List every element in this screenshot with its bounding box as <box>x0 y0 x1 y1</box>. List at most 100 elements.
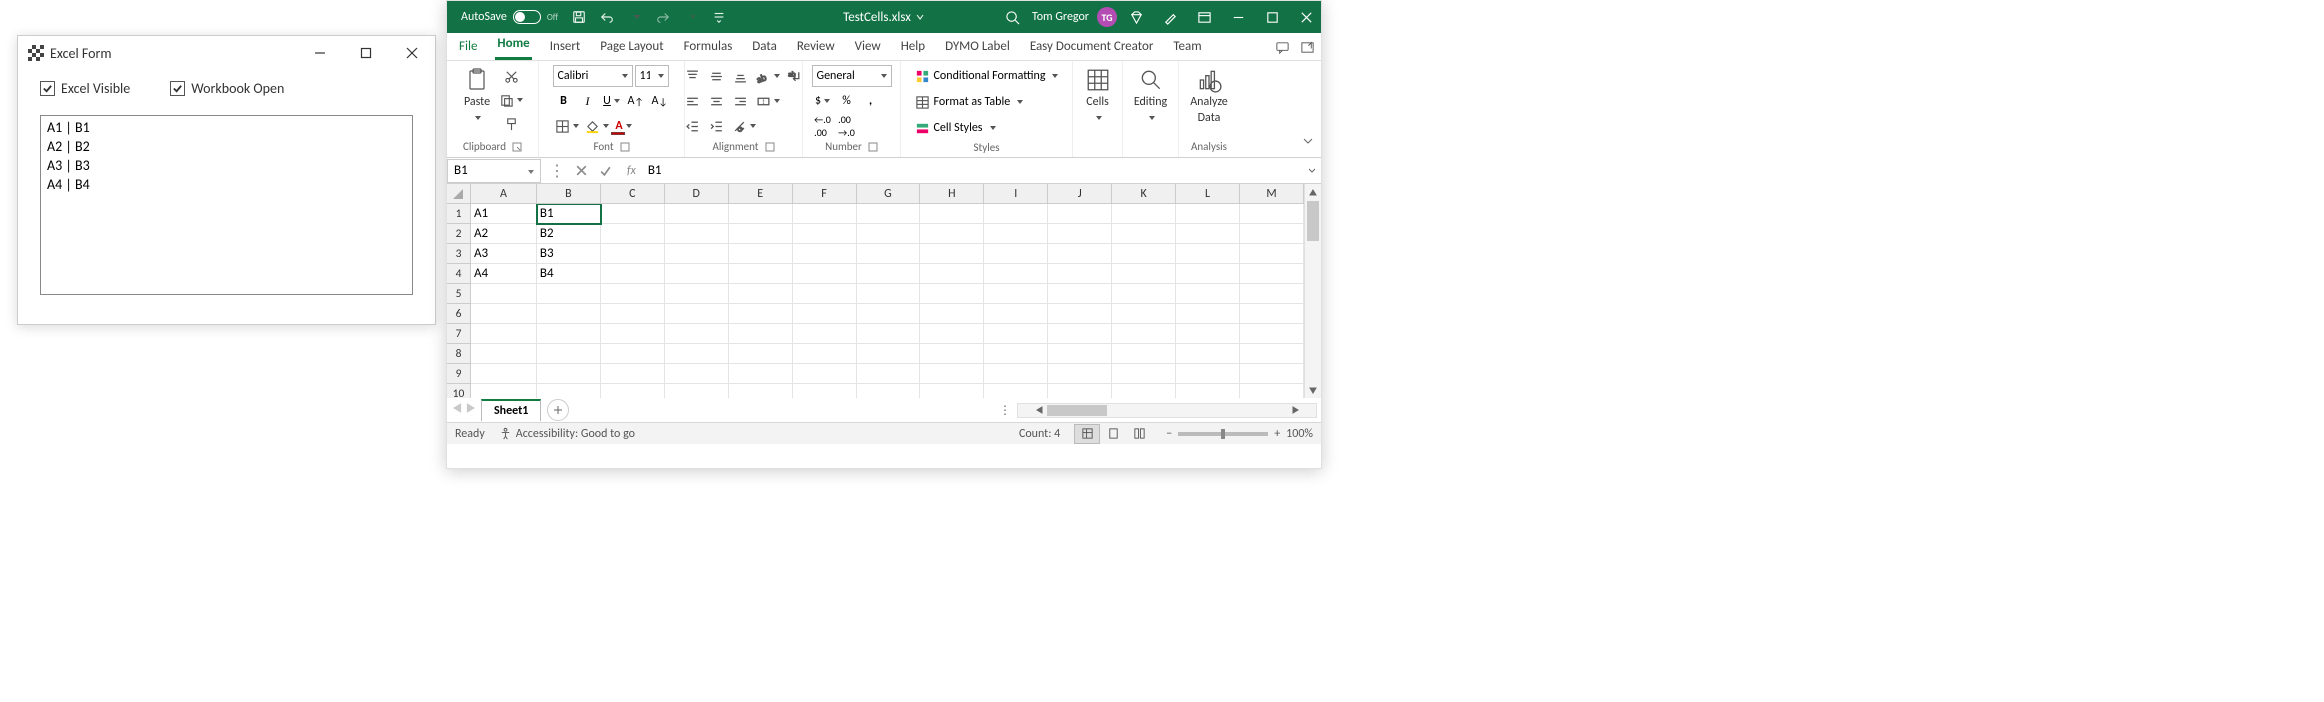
row-header[interactable]: 1 <box>447 204 471 224</box>
fx-icon[interactable]: fx <box>627 164 636 178</box>
cell[interactable]: B3 <box>537 244 601 264</box>
accessibility-status[interactable]: Accessibility: Good to go <box>499 427 635 441</box>
cell[interactable] <box>1240 244 1304 264</box>
column-header[interactable]: J <box>1048 184 1112 204</box>
orientation2-icon[interactable]: ⟳ <box>730 115 758 137</box>
cell[interactable] <box>665 244 729 264</box>
cell[interactable] <box>857 344 921 364</box>
column-header[interactable]: E <box>729 184 793 204</box>
enter-icon[interactable] <box>595 161 615 181</box>
cell[interactable] <box>1112 264 1176 284</box>
cell[interactable] <box>1048 224 1112 244</box>
cell[interactable] <box>601 344 665 364</box>
view-page-layout-icon[interactable] <box>1100 424 1126 444</box>
cell[interactable] <box>857 384 921 398</box>
cell[interactable] <box>1112 324 1176 344</box>
currency-icon[interactable]: $ <box>812 90 834 112</box>
list-item[interactable]: A4 | B4 <box>47 176 406 195</box>
cell[interactable] <box>920 224 984 244</box>
cell[interactable] <box>601 304 665 324</box>
format-as-table-button[interactable]: Format as Table <box>913 91 1026 113</box>
cell[interactable] <box>729 344 793 364</box>
fx-dropdown-icon[interactable]: ⋮ <box>547 161 567 181</box>
italic-button[interactable]: I <box>577 90 599 112</box>
column-header[interactable]: I <box>984 184 1048 204</box>
cell[interactable] <box>471 344 537 364</box>
row-header[interactable]: 10 <box>447 384 471 398</box>
formula-expand-icon[interactable] <box>1303 166 1321 176</box>
cell[interactable] <box>793 364 857 384</box>
excel-titlebar[interactable]: AutoSave Off TestCells.xlsx Tom Gregor T… <box>447 1 1321 33</box>
format-painter-icon[interactable] <box>500 113 522 135</box>
filename-label[interactable]: TestCells.xlsx <box>843 10 925 25</box>
cell[interactable] <box>537 384 601 398</box>
row-header[interactable]: 9 <box>447 364 471 384</box>
view-page-break-icon[interactable] <box>1126 424 1152 444</box>
row-header[interactable]: 3 <box>447 244 471 264</box>
align-bottom-icon[interactable] <box>730 65 752 87</box>
cell[interactable] <box>793 224 857 244</box>
cell[interactable]: A2 <box>471 224 537 244</box>
ribbon-tab-dymo-label[interactable]: DYMO Label <box>943 35 1012 60</box>
cell[interactable] <box>793 204 857 224</box>
increase-font-icon[interactable]: A↑ <box>625 90 647 112</box>
zoom-in-button[interactable]: + <box>1274 427 1280 441</box>
cell[interactable] <box>1240 364 1304 384</box>
increase-indent-icon[interactable] <box>706 115 728 137</box>
cell[interactable] <box>601 384 665 398</box>
column-header[interactable]: L <box>1176 184 1240 204</box>
ribbon-tab-insert[interactable]: Insert <box>548 35 583 60</box>
cell[interactable] <box>1240 344 1304 364</box>
cell[interactable] <box>793 244 857 264</box>
cut-icon[interactable] <box>500 65 522 87</box>
cell[interactable] <box>601 204 665 224</box>
cell[interactable] <box>984 364 1048 384</box>
list-item[interactable]: A1 | B1 <box>47 119 406 138</box>
cell[interactable] <box>1176 224 1240 244</box>
scroll-up-icon[interactable] <box>1305 184 1321 201</box>
maximize-button[interactable] <box>1257 1 1287 33</box>
column-header[interactable]: M <box>1240 184 1304 204</box>
cell[interactable] <box>665 324 729 344</box>
cell[interactable] <box>1176 304 1240 324</box>
view-normal-icon[interactable] <box>1074 424 1100 444</box>
cell[interactable] <box>1176 324 1240 344</box>
cell[interactable]: B2 <box>537 224 601 244</box>
cell[interactable] <box>857 264 921 284</box>
cell[interactable] <box>729 204 793 224</box>
cell[interactable] <box>537 324 601 344</box>
undo-icon[interactable] <box>596 6 618 28</box>
cell[interactable] <box>1176 264 1240 284</box>
ribbon-tab-team[interactable]: Team <box>1171 35 1203 60</box>
cell[interactable] <box>665 384 729 398</box>
cell-listbox[interactable]: A1 | B1A2 | B2A3 | B3A4 | B4 <box>40 115 413 295</box>
cell[interactable] <box>793 324 857 344</box>
cell[interactable] <box>1048 204 1112 224</box>
align-center-icon[interactable] <box>706 90 728 112</box>
comments-icon[interactable] <box>1275 40 1290 60</box>
cell[interactable] <box>1048 244 1112 264</box>
cell[interactable] <box>665 344 729 364</box>
close-button[interactable] <box>1291 1 1321 33</box>
cell[interactable] <box>920 364 984 384</box>
pen-icon[interactable] <box>1155 1 1185 33</box>
cell[interactable] <box>1048 364 1112 384</box>
merge-icon[interactable] <box>754 90 782 112</box>
analyze-data-button[interactable]: Analyze Data <box>1186 65 1232 127</box>
row-header[interactable]: 4 <box>447 264 471 284</box>
scroll-down-icon[interactable] <box>1305 381 1321 398</box>
bold-button[interactable]: B <box>553 90 575 112</box>
cell[interactable] <box>1112 304 1176 324</box>
redo-icon[interactable] <box>652 6 674 28</box>
column-header[interactable]: K <box>1112 184 1176 204</box>
column-header[interactable]: F <box>793 184 857 204</box>
cell[interactable] <box>471 364 537 384</box>
undo-dropdown[interactable] <box>624 6 646 28</box>
align-left-icon[interactable] <box>682 90 704 112</box>
cell[interactable] <box>920 344 984 364</box>
column-header[interactable]: C <box>601 184 665 204</box>
copy-icon[interactable] <box>497 89 525 111</box>
share-icon[interactable] <box>1300 40 1315 60</box>
cell[interactable] <box>537 364 601 384</box>
cell[interactable] <box>920 204 984 224</box>
